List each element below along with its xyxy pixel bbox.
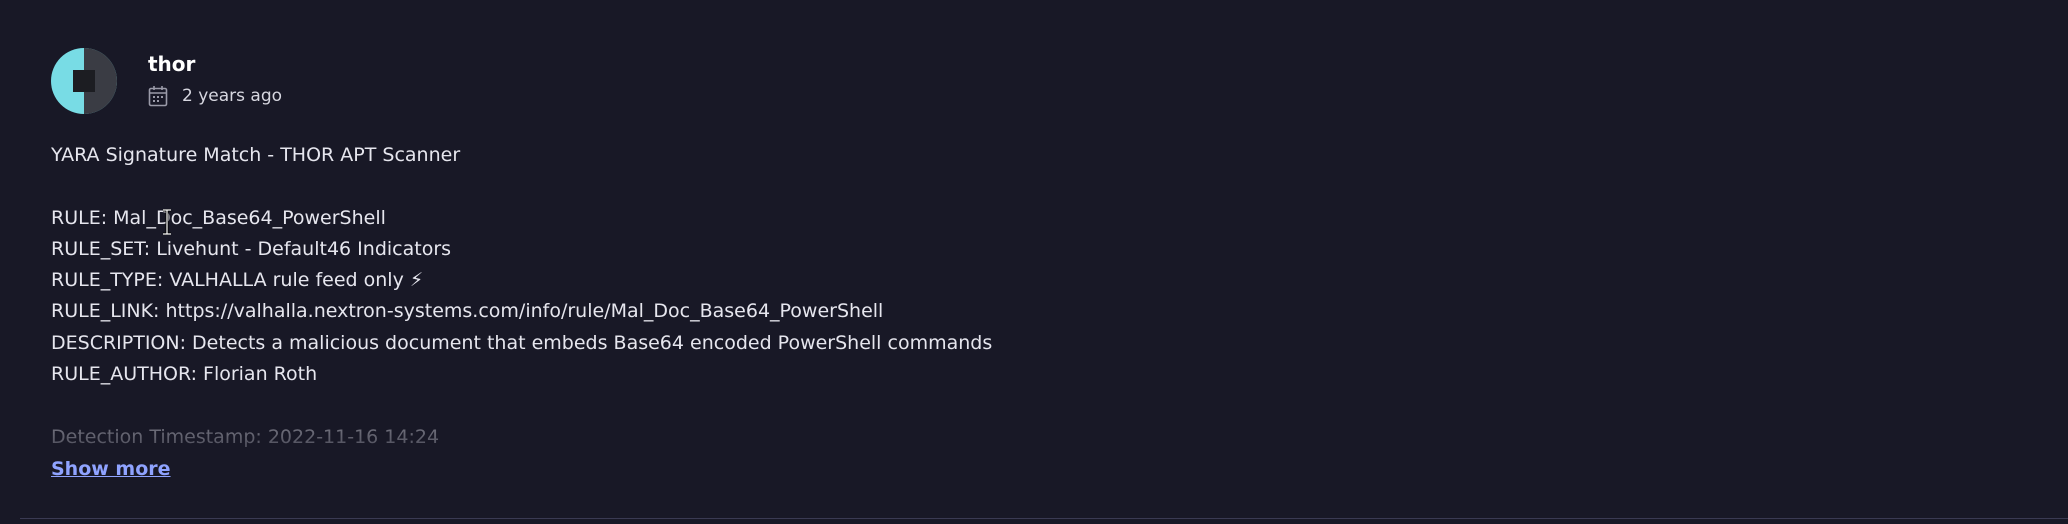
comment-meta: 2 years ago (148, 84, 282, 108)
comment-line: DESCRIPTION: Detects a malicious documen… (51, 331, 993, 354)
comment-card: thor 2 years ago YARA Signature Match - … (0, 0, 2068, 524)
comment-line (51, 171, 1951, 202)
comment-line: YARA Signature Match - THOR APT Scanner (51, 144, 461, 166)
comment-line: RULE_AUTHOR: Florian Roth (51, 363, 318, 386)
comment-line: RULE_TYPE: VALHALLA rule feed only ⚡ (51, 269, 424, 292)
comment-line-faded: Detection Timestamp: 2022-11-16 14:24 (51, 425, 440, 448)
comment-line: RULE_SET: Livehunt - Default46 Indicator… (51, 237, 452, 260)
author-name[interactable]: thor (148, 50, 195, 78)
comment-line (51, 390, 1951, 421)
show-more-link[interactable]: Show more (51, 454, 171, 484)
comment-line: RULE_LINK: https://valhalla.nextron-syst… (51, 300, 884, 323)
text-cursor-icon (163, 209, 171, 235)
comment-line: RULE: Mal_Doc_Base64_PowerShell (51, 206, 386, 229)
calendar-icon (148, 85, 168, 107)
comment-body: YARA Signature Match - THOR APT Scanner … (51, 140, 1951, 453)
comment-date: 2 years ago (182, 86, 283, 106)
divider (20, 518, 2068, 519)
avatar[interactable] (51, 48, 117, 114)
